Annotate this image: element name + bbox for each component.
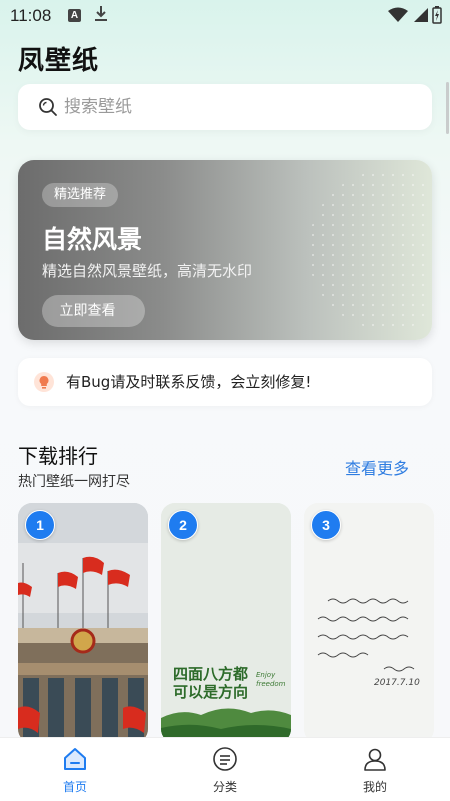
status-icons — [388, 5, 442, 25]
tab-profile[interactable]: 我的 — [300, 738, 450, 801]
search-icon — [39, 98, 57, 116]
wallpaper-card[interactable]: 2 四面八方都可以是方向 Enjoy freedom — [161, 503, 291, 743]
wallpaper-art-text: 四面八方都可以是方向 — [173, 665, 249, 701]
ranking-cards: 1 2 四面八方都可以是方向 Enjoy freedom 3 2017.7.10 — [18, 503, 450, 743]
bottom-tab-bar: 首页 分类 我的 — [0, 737, 450, 801]
status-time: 11:08 — [10, 6, 52, 25]
featured-banner[interactable]: 精选推荐 自然风景 精选自然风景壁纸，高清无水印 立即查看 — [18, 160, 432, 340]
home-icon — [64, 748, 86, 770]
category-icon — [213, 747, 237, 771]
rank-badge: 1 — [25, 510, 55, 540]
lightbulb-icon — [34, 372, 54, 392]
tab-home[interactable]: 首页 — [0, 738, 150, 801]
wallpaper-date: 2017.7.10 — [374, 678, 420, 688]
section-subtitle: 热门壁纸一网打尽 — [18, 474, 130, 490]
wallpaper-card[interactable]: 1 — [18, 503, 148, 743]
banner-tag: 精选推荐 — [42, 183, 119, 207]
scrollbar[interactable] — [446, 82, 449, 134]
a-notification-icon: A — [68, 9, 81, 22]
wallpaper-art-small: Enjoy freedom — [256, 671, 286, 688]
view-now-button[interactable]: 立即查看 — [42, 295, 145, 327]
banner-dot-pattern — [308, 170, 432, 330]
tab-label: 首页 — [62, 780, 87, 794]
banner-subtitle: 精选自然风景壁纸，高清无水印 — [42, 262, 253, 280]
user-icon — [364, 748, 386, 771]
wallpaper-card[interactable]: 3 2017.7.10 — [304, 503, 434, 743]
tab-label: 我的 — [362, 780, 387, 794]
status-bar: 11:08 A — [0, 0, 450, 32]
rank-badge: 2 — [168, 510, 198, 540]
search-input[interactable] — [64, 84, 414, 130]
banner-title: 自然风景 — [42, 225, 143, 254]
notice-text: 有Bug请及时联系反馈，会立刻修复! — [66, 373, 312, 391]
battery-icon — [432, 6, 442, 24]
tab-category[interactable]: 分类 — [150, 738, 300, 801]
section-title: 下载排行 — [18, 444, 98, 468]
search-bar[interactable] — [18, 84, 432, 130]
download-icon — [95, 6, 107, 21]
wifi-icon — [388, 7, 408, 22]
app-title: 凤壁纸 — [18, 46, 100, 76]
notice-bar: 有Bug请及时联系反馈，会立刻修复! — [18, 358, 432, 406]
rank-badge: 3 — [311, 510, 341, 540]
see-more-link[interactable]: 查看更多 — [345, 455, 409, 479]
signal-icon — [414, 8, 428, 22]
tab-label: 分类 — [212, 780, 237, 794]
